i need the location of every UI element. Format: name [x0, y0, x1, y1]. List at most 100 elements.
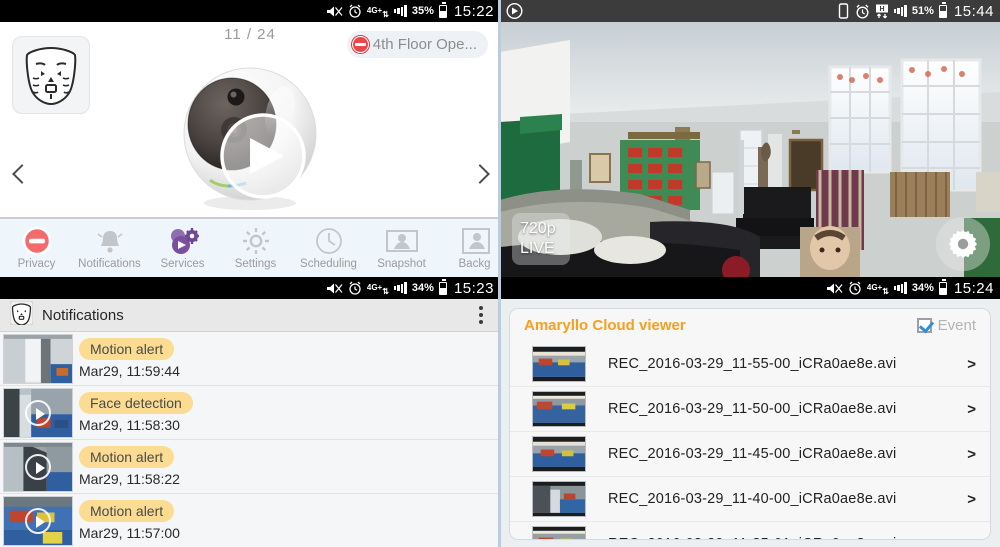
status-bar-bottom-left: 4G+ ⇅ 34% 15:23	[0, 277, 500, 299]
services-icon	[146, 224, 219, 257]
event-filter-checkbox[interactable]: Event	[916, 317, 976, 334]
stream-quality-badge: 720p LIVE	[512, 213, 570, 265]
stream-state: LIVE	[520, 240, 555, 257]
notification-time: Mar29, 11:59:44	[79, 363, 180, 379]
notification-tag: Motion alert	[79, 446, 175, 468]
alarm-icon	[855, 4, 870, 19]
battery-icon	[438, 279, 447, 295]
recording-row[interactable]: REC_2016-03-29_11-40-00_iCRa0ae8e.avi >	[510, 477, 990, 522]
notification-row[interactable]: Motion alert Mar29, 11:58:22	[0, 440, 500, 494]
notification-thumbnail	[3, 387, 73, 438]
background-icon	[438, 224, 500, 257]
clock-icon	[292, 224, 365, 257]
notification-content: Motion alert Mar29, 11:59:44	[79, 338, 180, 379]
chevron-right-icon[interactable]: >	[967, 356, 976, 373]
svg-text:H: H	[879, 6, 884, 13]
snapshot-icon	[365, 224, 438, 257]
toolbar-item-services[interactable]: Services	[146, 224, 219, 270]
toolbar-item-scheduling[interactable]: Scheduling	[292, 224, 365, 270]
amaryllo-tiger-logo	[9, 300, 34, 330]
signal-icon	[893, 282, 907, 294]
chevron-right-icon[interactable]: >	[967, 491, 976, 508]
recording-filename: REC_2016-03-29_11-40-00_iCRa0ae8e.avi	[608, 491, 897, 507]
toolbar-item-snapshot[interactable]: Snapshot	[365, 224, 438, 270]
toolbar-label-snapshot: Snapshot	[377, 258, 426, 270]
toolbar-label-services: Services	[160, 258, 205, 270]
cloud-viewer-header: Amaryllo Cloud viewer Event	[510, 309, 990, 342]
status-clock: 15:23	[453, 279, 494, 297]
recording-filename: REC_2016-03-29_11-50-00_iCRa0ae8e.avi	[608, 401, 897, 417]
network-type-label: 4G+	[366, 283, 383, 292]
recording-row[interactable]: REC_2016-03-29_11-45-00_iCRa0ae8e.avi >	[510, 432, 990, 477]
record-icon	[506, 2, 523, 20]
toolbar-item-notifications[interactable]: Notifications	[73, 224, 146, 270]
panel-notifications: 4G+ ⇅ 34% 15:23 Notifications Motion ale…	[0, 277, 500, 547]
chevron-right-icon[interactable]: >	[967, 446, 976, 463]
toolbar-label-settings: Settings	[234, 258, 277, 270]
checkbox-icon	[916, 318, 932, 333]
play-icon	[25, 507, 51, 534]
toolbar-label-notifications: Notifications	[78, 258, 141, 270]
status-bar-top-left: 4G+ ⇅ 35% 15:22	[0, 0, 500, 22]
cloud-viewer-card: Amaryllo Cloud viewer Event REC_2016-03-…	[509, 308, 991, 540]
toolbar-item-background[interactable]: Backg	[438, 224, 500, 270]
status-clock: 15:24	[953, 279, 994, 297]
network-type-label: 4G+	[366, 6, 383, 15]
data-transfer-icon: H	[875, 4, 889, 19]
notifications-list[interactable]: Motion alert Mar29, 11:59:44 Face detect…	[0, 332, 500, 547]
toolbar-label-scheduling: Scheduling	[300, 258, 357, 270]
panel-device-home: 4G+ ⇅ 35% 15:22 11 / 24 4th Floor Ope...…	[0, 0, 500, 277]
device-carousel: 11 / 24 4th Floor Ope...	[0, 22, 500, 217]
device-name-label: 4th Floor Ope...	[372, 36, 477, 53]
play-icon	[25, 453, 51, 480]
status-clock: 15:22	[453, 2, 494, 20]
notification-time: Mar29, 11:58:30	[79, 417, 180, 433]
camera-device-image[interactable]	[170, 60, 330, 215]
battery-percent: 34%	[911, 282, 934, 294]
chevron-right-icon[interactable]: >	[967, 536, 976, 540]
gear-icon	[948, 230, 978, 258]
event-filter-label: Event	[937, 317, 976, 334]
battery-percent: 34%	[411, 282, 434, 294]
kebab-menu-icon[interactable]	[472, 305, 490, 325]
toolbar-item-settings[interactable]: Settings	[219, 224, 292, 270]
toolbar-item-privacy[interactable]: Privacy	[0, 224, 73, 270]
cloud-viewer-title: Amaryllo Cloud viewer	[524, 317, 686, 334]
notification-thumbnail	[3, 495, 73, 546]
battery-percent: 51%	[911, 5, 934, 17]
notification-thumbnail	[3, 333, 73, 384]
prev-device-button[interactable]	[8, 162, 34, 188]
device-name-pill[interactable]: 4th Floor Ope...	[346, 31, 488, 58]
mute-icon	[826, 282, 843, 295]
live-settings-button[interactable]	[936, 217, 990, 271]
notification-row[interactable]: Motion alert Mar29, 11:57:00	[0, 494, 500, 547]
notification-row[interactable]: Face detection Mar29, 11:58:30	[0, 386, 500, 440]
recording-row[interactable]: REC_2016-03-29_11-35-01_iCRa0ae8e.avi >	[510, 522, 990, 540]
alarm-icon	[848, 281, 862, 295]
notification-content: Face detection Mar29, 11:58:30	[79, 392, 193, 433]
live-video-stream[interactable]: 720p LIVE	[500, 22, 1000, 277]
status-bar-top-right: H 51% 15:44	[500, 0, 1000, 22]
recording-thumbnail	[532, 346, 586, 382]
recording-row[interactable]: REC_2016-03-29_11-55-00_iCRa0ae8e.avi >	[510, 342, 990, 387]
battery-icon	[938, 2, 947, 18]
notification-thumbnail	[3, 441, 73, 492]
recording-filename: REC_2016-03-29_11-45-00_iCRa0ae8e.avi	[608, 446, 897, 462]
notification-row[interactable]: Motion alert Mar29, 11:59:44	[0, 332, 500, 386]
chevron-right-icon[interactable]: >	[967, 401, 976, 418]
recording-row[interactable]: REC_2016-03-29_11-50-00_iCRa0ae8e.avi >	[510, 387, 990, 432]
toolbar-label-background: Backg	[458, 258, 491, 270]
recording-filename: REC_2016-03-29_11-35-01_iCRa0ae8e.avi	[608, 536, 896, 539]
recording-thumbnail	[532, 481, 586, 517]
recording-thumbnail	[532, 526, 586, 539]
signal-icon	[393, 282, 407, 294]
network-type-icon: 4G+ ⇅	[366, 6, 389, 19]
status-clock: 15:44	[953, 2, 994, 20]
recording-thumbnail	[532, 391, 586, 427]
next-device-button[interactable]	[466, 162, 492, 188]
notification-tag: Face detection	[79, 392, 193, 414]
alarm-icon	[348, 281, 362, 295]
network-type-icon: 4G+ ⇅	[366, 283, 389, 296]
panel-cloud-viewer: 4G+ ⇅ 34% 15:24 Amaryllo Cloud viewer Eve…	[500, 277, 1000, 547]
network-type-label: 4G+	[866, 283, 883, 292]
